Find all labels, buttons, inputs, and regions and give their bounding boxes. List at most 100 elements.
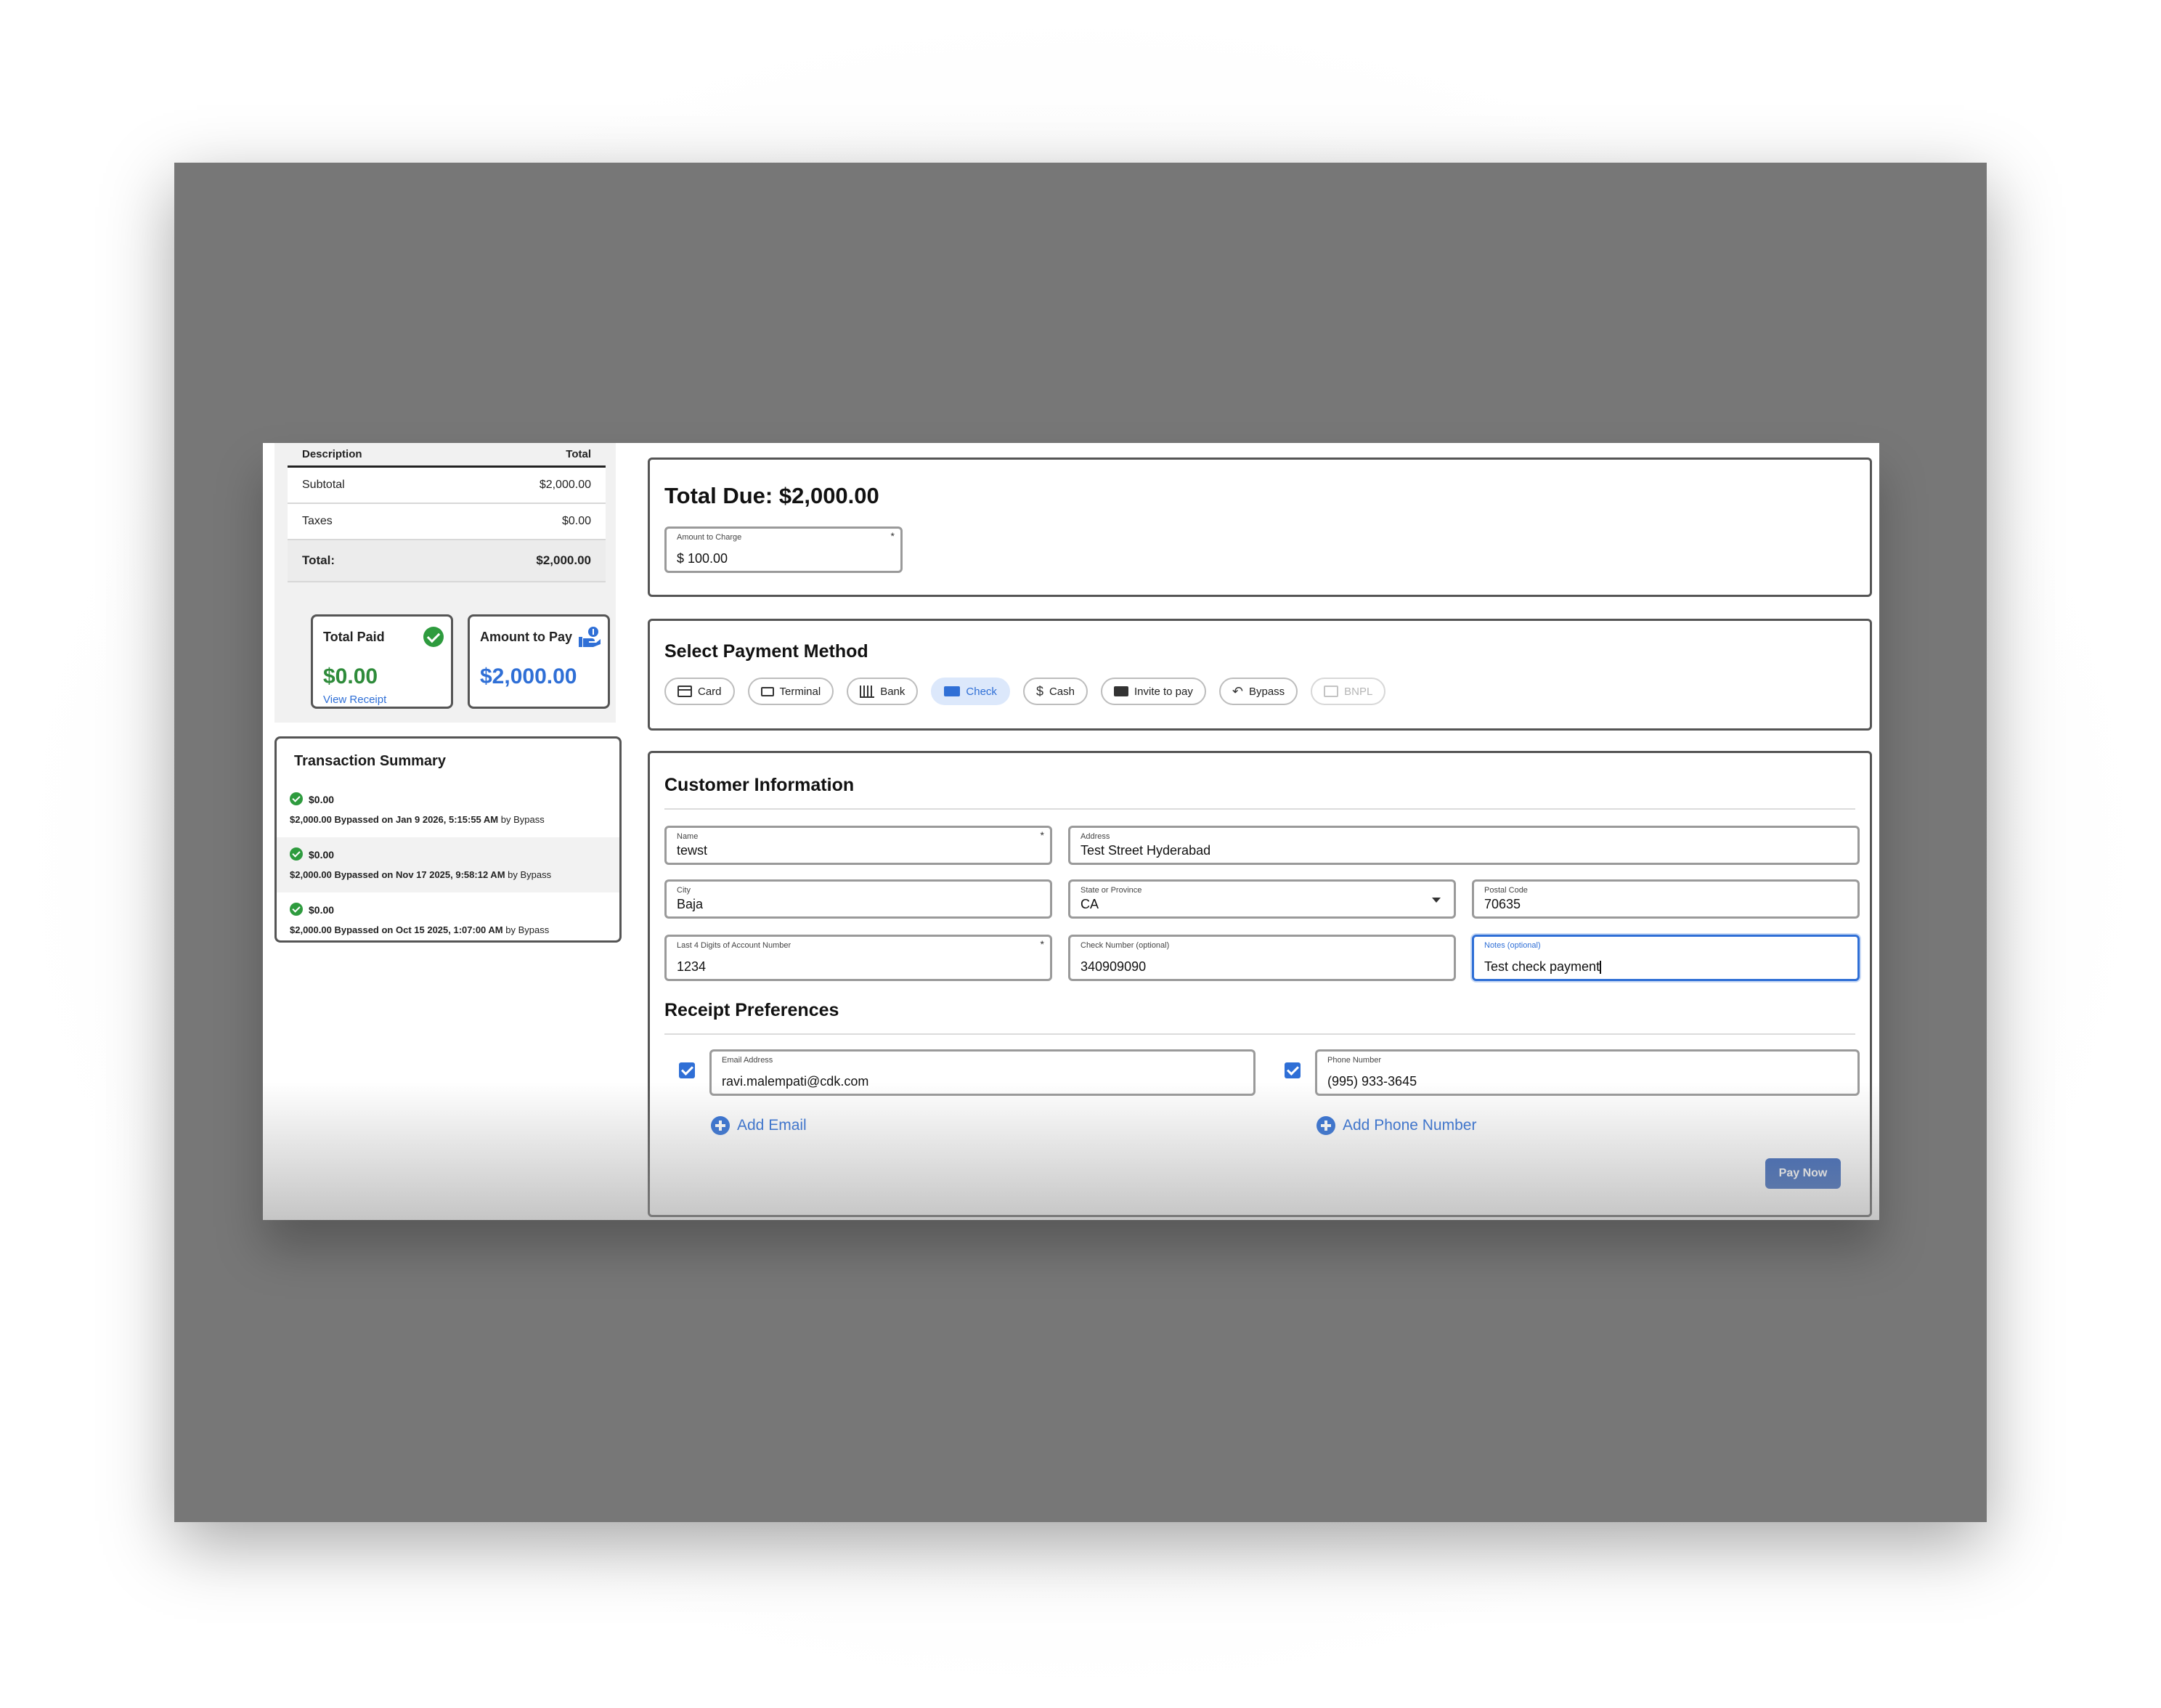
- left-column: Description Total Subtotal $2,000.00 Tax…: [263, 443, 626, 1220]
- notes-input-wrap[interactable]: Test check payment: [1484, 959, 1602, 975]
- payment-method-bnpl: BNPL: [1311, 678, 1386, 705]
- payment-method-cash[interactable]: $ Cash: [1022, 678, 1088, 705]
- transaction-date: Oct 15 2025, 1:07:00 AM: [395, 924, 503, 935]
- city-field[interactable]: City Baja: [664, 879, 1052, 919]
- amount-to-charge-input[interactable]: $ 100.00: [677, 551, 728, 566]
- amount-to-charge-field[interactable]: Amount to Charge * $ 100.00: [664, 526, 903, 573]
- transaction-description: $2,000.00 Bypassed on Nov 17 2025, 9:58:…: [290, 869, 551, 880]
- transaction-summary-title: Transaction Summary: [294, 753, 446, 769]
- payment-method-card[interactable]: Card: [664, 678, 735, 705]
- chip-label: Invite to pay: [1134, 685, 1193, 698]
- hand-coin-icon: [579, 627, 601, 647]
- account-digits-input[interactable]: 1234: [677, 959, 706, 975]
- add-phone-label: Add Phone Number: [1343, 1117, 1477, 1134]
- invoice-header-total: Total: [566, 448, 591, 460]
- bnpl-icon: [1324, 686, 1339, 697]
- payment-method-bypass[interactable]: ↶ Bypass: [1218, 678, 1298, 705]
- plus-circle-icon: [1316, 1116, 1335, 1135]
- total-paid-amount: $0.00: [323, 664, 378, 688]
- email-checkbox[interactable]: [679, 1062, 695, 1078]
- invoice-table: Description Total Subtotal $2,000.00 Tax…: [288, 443, 606, 582]
- total-paid-card: Total Paid $0.00 View Receipt: [311, 614, 453, 709]
- invoice-header-description: Description: [302, 448, 362, 460]
- chip-label: Bank: [880, 685, 905, 698]
- add-email-label: Add Email: [737, 1117, 807, 1134]
- check-number-input[interactable]: 340909090: [1080, 959, 1146, 975]
- phone-checkbox[interactable]: [1285, 1062, 1301, 1078]
- bank-icon: [860, 685, 875, 698]
- payment-method-panel: Select Payment Method Card Terminal Bank…: [648, 619, 1872, 731]
- state-select[interactable]: State or Province CA: [1068, 879, 1456, 919]
- payment-screen: Description Total Subtotal $2,000.00 Tax…: [263, 443, 1879, 1220]
- pay-now-button[interactable]: Pay Now: [1765, 1158, 1841, 1189]
- payment-method-terminal[interactable]: Terminal: [747, 678, 834, 705]
- field-label: Postal Code: [1484, 886, 1528, 895]
- transaction-date: Jan 9 2026, 5:15:55 AM: [395, 814, 499, 825]
- email-field[interactable]: Email Address ravi.malempati@cdk.com: [709, 1049, 1256, 1096]
- field-label: Phone Number: [1327, 1056, 1381, 1065]
- transaction-description: $2,000.00 Bypassed on Jan 9 2026, 5:15:5…: [290, 814, 545, 825]
- transaction-item: $0.00 $2,000.00 Bypassed on Nov 17 2025,…: [277, 837, 619, 892]
- invoice-row-total: Total: $2,000.00: [288, 540, 606, 582]
- terminal-icon: [760, 686, 774, 696]
- field-label: City: [677, 886, 691, 895]
- total-due-panel: Total Due: $2,000.00 Amount to Charge * …: [648, 458, 1872, 597]
- notes-input[interactable]: Test check payment: [1484, 959, 1600, 974]
- transaction-prefix: $2,000.00 Bypassed on: [290, 869, 394, 880]
- payment-method-check[interactable]: Check: [931, 678, 1010, 705]
- success-check-icon: [290, 903, 303, 916]
- invoice-row-label: Taxes: [302, 515, 333, 527]
- chevron-down-icon[interactable]: [1432, 898, 1441, 903]
- add-email-button[interactable]: Add Email: [711, 1116, 807, 1135]
- chip-label: BNPL: [1344, 685, 1373, 698]
- payment-method-invite[interactable]: Invite to pay: [1100, 678, 1206, 705]
- amount-to-pay-title: Amount to Pay: [480, 630, 573, 644]
- total-due-title: Total Due: $2,000.00: [664, 483, 879, 508]
- field-label: Notes (optional): [1484, 941, 1541, 950]
- chip-label: Cash: [1049, 685, 1075, 698]
- invoice-total-label: Total:: [302, 553, 335, 567]
- total-paid-title: Total Paid: [323, 630, 385, 644]
- field-label: Check Number (optional): [1080, 941, 1170, 950]
- field-label: Name: [677, 832, 699, 841]
- account-digits-field[interactable]: Last 4 Digits of Account Number * 1234: [664, 935, 1052, 981]
- notes-field[interactable]: Notes (optional) Test check payment: [1472, 935, 1860, 981]
- add-phone-button[interactable]: Add Phone Number: [1316, 1116, 1476, 1135]
- transaction-amount: $0.00: [309, 794, 335, 805]
- customer-information-title: Customer Information: [664, 775, 855, 795]
- required-marker: *: [1040, 829, 1044, 841]
- invoice-total-value: $2,000.00: [536, 553, 591, 567]
- name-input[interactable]: tewst: [677, 843, 707, 858]
- chip-label: Bypass: [1248, 685, 1285, 698]
- transaction-amount: $0.00: [309, 904, 335, 916]
- check-number-field[interactable]: Check Number (optional) 340909090: [1068, 935, 1456, 981]
- email-input[interactable]: ravi.malempati@cdk.com: [722, 1074, 868, 1089]
- mail-icon: [1113, 686, 1128, 696]
- view-receipt-link[interactable]: View Receipt: [323, 694, 386, 706]
- payment-method-title: Select Payment Method: [664, 641, 868, 662]
- chip-label: Check: [966, 685, 997, 698]
- chip-label: Card: [698, 685, 722, 698]
- invoice-row-label: Subtotal: [302, 479, 345, 491]
- postal-code-field[interactable]: Postal Code 70635: [1472, 879, 1860, 919]
- address-field[interactable]: Address Test Street Hyderabad: [1068, 826, 1860, 865]
- address-input[interactable]: Test Street Hyderabad: [1080, 843, 1210, 858]
- name-field[interactable]: Name * tewst: [664, 826, 1052, 865]
- transaction-summary: Transaction Summary $0.00 $2,000.00 Bypa…: [274, 736, 622, 943]
- invoice-row-subtotal: Subtotal $2,000.00: [288, 468, 606, 504]
- transaction-prefix: $2,000.00 Bypassed on: [290, 814, 394, 825]
- postal-code-input[interactable]: 70635: [1484, 897, 1521, 912]
- field-label: Address: [1080, 832, 1110, 841]
- transaction-date: Nov 17 2025, 9:58:12 AM: [395, 869, 505, 880]
- transaction-suffix: by Bypass: [508, 869, 552, 880]
- payment-method-bank[interactable]: Bank: [847, 678, 919, 705]
- transaction-item: $0.00 $2,000.00 Bypassed on Oct 15 2025,…: [277, 892, 619, 940]
- plus-circle-icon: [711, 1116, 730, 1135]
- phone-field[interactable]: Phone Number (995) 933-3645: [1315, 1049, 1860, 1096]
- card-icon: [677, 686, 692, 697]
- section-divider: [664, 808, 1855, 810]
- city-input[interactable]: Baja: [677, 897, 703, 912]
- transaction-suffix: by Bypass: [500, 814, 545, 825]
- undo-icon: ↶: [1232, 683, 1243, 699]
- phone-input[interactable]: (995) 933-3645: [1327, 1074, 1417, 1089]
